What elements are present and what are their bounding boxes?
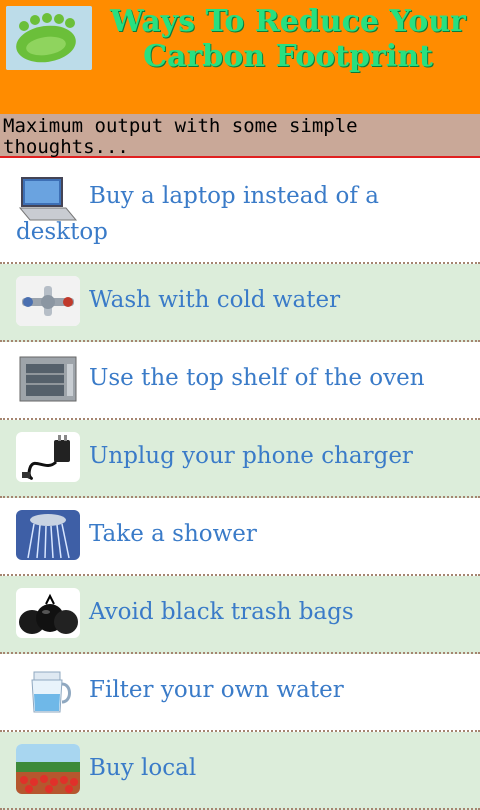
tips-list: Buy a laptop instead of a desktop Wash w… [0, 160, 480, 810]
list-item-trash-bags[interactable]: Avoid black trash bags [0, 576, 480, 654]
footprint-icon [6, 6, 92, 70]
list-item-label: Use the top shelf of the oven [89, 365, 425, 391]
list-item-label: Buy a laptop instead of a desktop [16, 183, 379, 245]
list-item-label: Take a shower [89, 521, 257, 547]
list-item-label: Wash with cold water [89, 287, 341, 313]
list-item-charger[interactable]: Unplug your phone charger [0, 420, 480, 498]
subtitle-banner: Maximum output with some simple thoughts… [0, 114, 480, 158]
list-item-label: Buy local [89, 755, 197, 781]
shower-icon [16, 510, 80, 560]
produce-market-icon [16, 744, 80, 794]
app-header: Ways To Reduce Your Carbon Footprint [0, 0, 480, 114]
list-item-laptop[interactable]: Buy a laptop instead of a desktop [0, 160, 480, 264]
app-title: Ways To Reduce Your Carbon Footprint [110, 4, 466, 74]
list-item-water-filter[interactable]: Filter your own water [0, 654, 480, 732]
list-item-label: Filter your own water [89, 677, 344, 703]
faucet-icon [16, 276, 80, 326]
list-item-label: Avoid black trash bags [89, 599, 354, 625]
oven-icon [16, 354, 80, 404]
list-item-buy-local[interactable]: Buy local [0, 732, 480, 810]
water-filter-icon [16, 666, 80, 716]
trash-bags-icon [16, 588, 80, 638]
list-item-label: Unplug your phone charger [89, 443, 413, 469]
charger-icon [16, 432, 80, 482]
list-item-shower[interactable]: Take a shower [0, 498, 480, 576]
list-item-cold-water[interactable]: Wash with cold water [0, 264, 480, 342]
list-item-oven[interactable]: Use the top shelf of the oven [0, 342, 480, 420]
